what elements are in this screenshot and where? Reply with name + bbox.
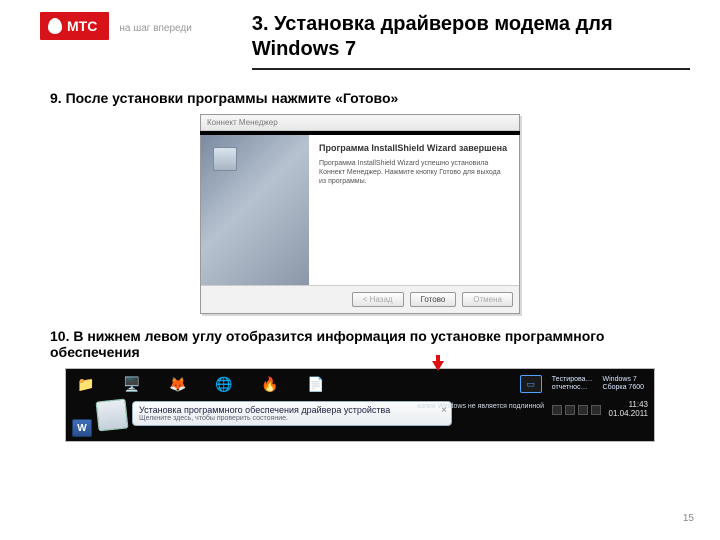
brand-logo: МТС — [40, 12, 109, 40]
tray-app-icon: ▭ — [520, 375, 542, 393]
egg-icon — [48, 18, 62, 34]
wizard-cancel-button[interactable]: Отмена — [462, 292, 513, 307]
windows-line2: Сборка 7600 — [603, 384, 644, 392]
tray-ico-3 — [578, 405, 588, 415]
install-wizard-window: Коннект Менеджер Программа InstallShield… — [200, 114, 520, 314]
step-9: 9. После установки программы нажмите «Го… — [50, 90, 670, 106]
windows-line1: Windows 7 — [603, 376, 644, 384]
balloon-device-icon — [96, 399, 129, 432]
dock-icon-6: 📄 — [306, 374, 326, 394]
firefox-icon: 🦊 — [168, 374, 188, 394]
tray-test-label: Тестирова… — [552, 376, 593, 384]
wizard-finish-button[interactable]: Готово — [410, 292, 457, 307]
driver-install-balloon[interactable]: Установка программного обеспечения драйв… — [132, 401, 452, 426]
tray-report-label: отчетнос… — [552, 384, 593, 392]
word-icon: W — [72, 419, 92, 437]
dock-icon-4: 🌐 — [214, 374, 234, 394]
brand-name: МТС — [67, 18, 97, 34]
brand-slogan: на шаг впереди — [119, 23, 192, 34]
wizard-back-button[interactable]: < Назад — [352, 292, 404, 307]
title-underline — [252, 68, 690, 70]
red-arrow-icon — [432, 361, 444, 371]
wizard-side-graphic — [201, 135, 309, 285]
page-title: 3. Установка драйверов модема для Window… — [252, 12, 690, 62]
tray-ico-1 — [552, 405, 562, 415]
taskbar-screenshot: 📁 🖥️ 🦊 🌐 🔥 📄 ▭ Тестирова… отчетнос… Wind… — [65, 368, 655, 442]
wizard-body-text: Программа InstallShield Wizard успешно у… — [319, 159, 509, 186]
dock-icon-5: 🔥 — [260, 374, 280, 394]
not-genuine-text: копия Windows не является подлинной — [417, 403, 544, 411]
wizard-titlebar: Коннект Менеджер — [201, 115, 519, 131]
balloon-title: Установка программного обеспечения драйв… — [139, 405, 433, 415]
page-number: 15 — [683, 513, 694, 524]
wizard-heading: Программа InstallShield Wizard завершена — [319, 143, 509, 153]
tray-ico-2 — [565, 405, 575, 415]
step-10: 10. В нижнем левом углу отобразится инфо… — [50, 328, 670, 360]
balloon-subtitle: Щелкните здесь, чтобы проверить состояни… — [139, 415, 433, 422]
tray-ico-4 — [591, 405, 601, 415]
dock-icon-2: 🖥️ — [122, 374, 142, 394]
clock-date: 01.04.2011 — [609, 410, 648, 419]
dock-icon-1: 📁 — [76, 374, 96, 394]
